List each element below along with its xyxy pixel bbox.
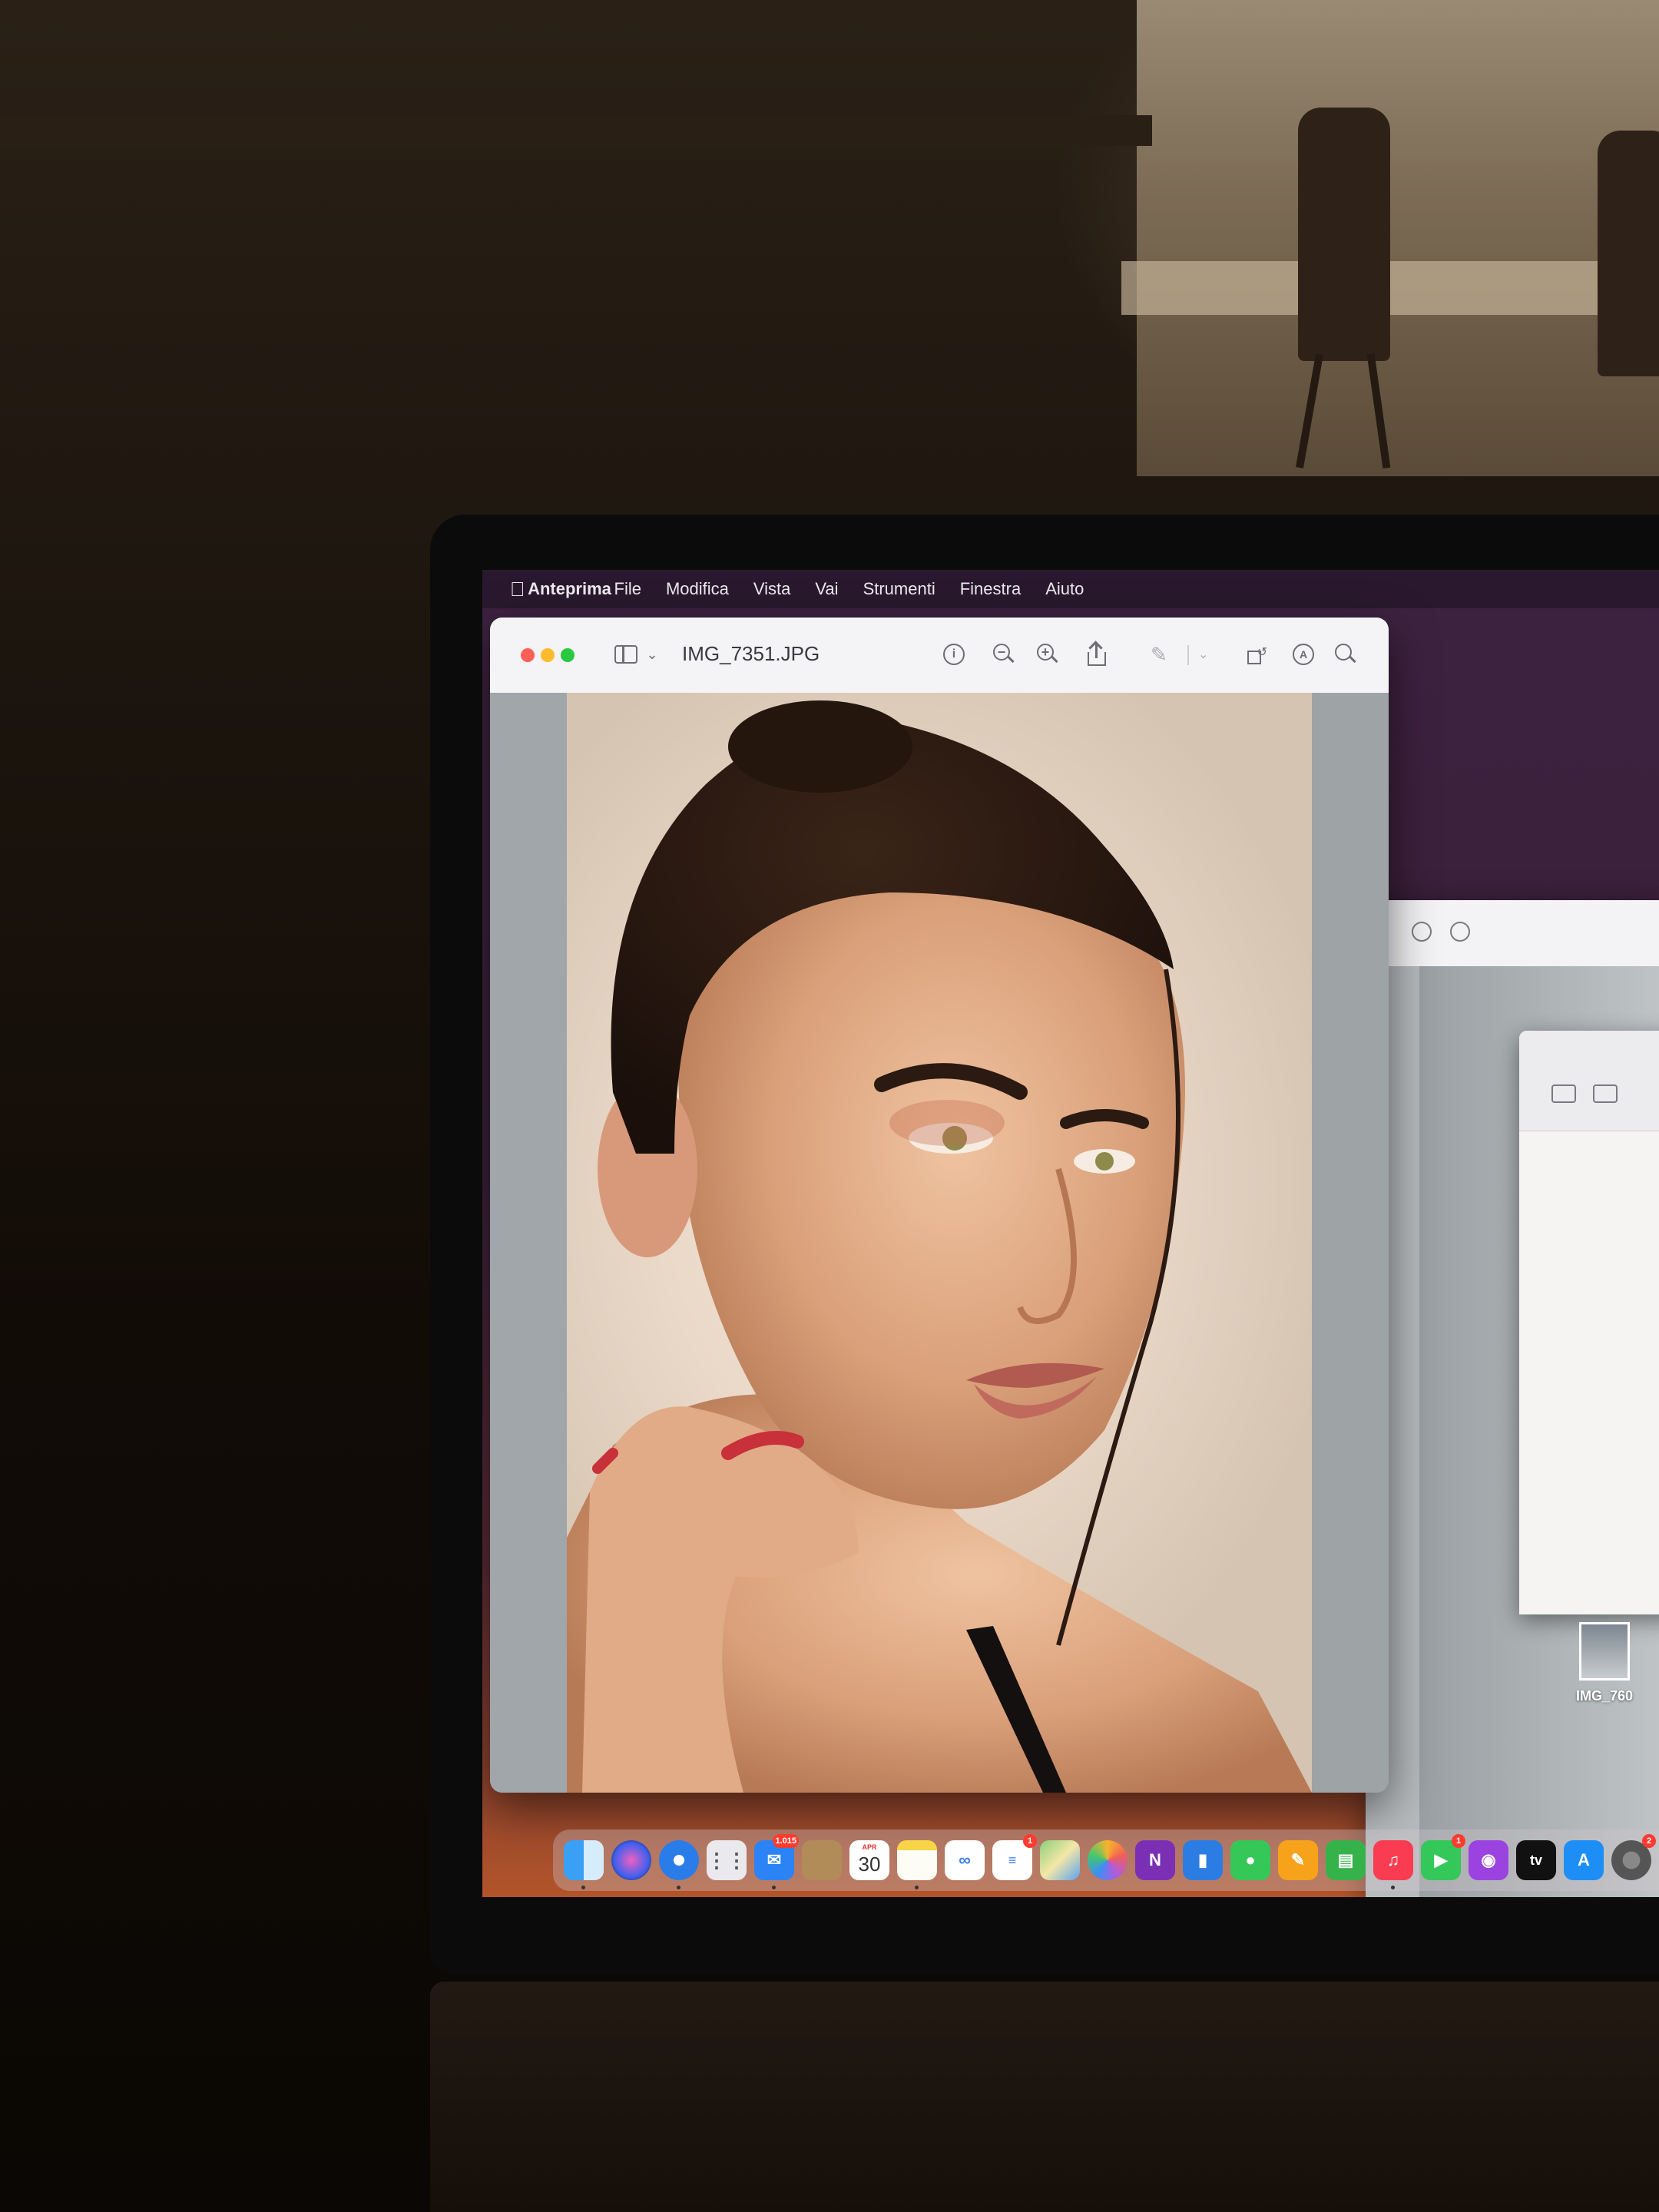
room-shelf (0, 115, 1152, 146)
calendar-month: APR (862, 1843, 877, 1851)
markup-icon[interactable] (1412, 922, 1432, 942)
menu-go[interactable]: Vai (815, 579, 838, 599)
zoom-button[interactable] (561, 648, 575, 662)
freeform-icon[interactable]: ∞ (945, 1840, 985, 1880)
column-view-icon[interactable] (1551, 1084, 1576, 1103)
chair (1598, 131, 1659, 376)
settings-badge: 2 (1642, 1834, 1656, 1848)
desktop-file[interactable]: IMG_760 (1547, 1622, 1659, 1704)
portrait-illustration (567, 700, 1312, 1793)
finder-toolbar (1519, 1031, 1659, 1131)
desktop-file-thumbnail (1579, 1622, 1630, 1681)
notes-icon[interactable] (897, 1840, 937, 1889)
finder-icon[interactable] (564, 1840, 604, 1889)
music-icon[interactable]: ♫ (1373, 1840, 1413, 1889)
menu-bar:  Anteprima File Modifica Vista Vai Stru… (482, 570, 1659, 608)
calendar-icon[interactable]: APR 30 (849, 1840, 889, 1880)
menu-edit[interactable]: Modifica (666, 579, 729, 599)
calendar-day: 30 (858, 1852, 881, 1876)
app-store-icon[interactable]: A (1564, 1840, 1604, 1880)
kitchen-counter (1121, 261, 1659, 315)
info-icon[interactable]: i (943, 639, 965, 670)
reminders-icon[interactable]: ≡ 1 (992, 1834, 1037, 1880)
menu-help[interactable]: Aiuto (1045, 579, 1084, 599)
chevron-down-icon[interactable]: ⌄ (1198, 639, 1208, 670)
menu-file[interactable]: File (614, 579, 641, 599)
minimize-button[interactable] (541, 648, 555, 662)
mail-badge: 1.015 (773, 1834, 799, 1848)
menu-tools[interactable]: Strumenti (863, 579, 935, 599)
background-finder-window[interactable] (1519, 1031, 1659, 1614)
dock: ⋮⋮ ✉ 1.015 APR 30 ∞ ≡ 1 N ▮ ● ✎ ▤ ♫ ▶ 1 ◉ t… (553, 1830, 1659, 1891)
menu-view[interactable]: Vista (753, 579, 791, 599)
gallery-view-icon[interactable] (1593, 1084, 1618, 1103)
facetime-icon[interactable]: ▶ 1 (1421, 1834, 1465, 1880)
preview-titlebar: ⌄ IMG_7351.JPG i − + ✎ ⌄ ↺ A (490, 618, 1389, 694)
document-title: IMG_7351.JPG (682, 642, 820, 665)
keynote-icon[interactable]: ▮ (1183, 1840, 1223, 1880)
table-surface (430, 1982, 1659, 2212)
messages-icon[interactable]: ● (1230, 1840, 1270, 1880)
launchpad-icon[interactable]: ⋮⋮ (707, 1840, 747, 1880)
reminders-badge: 1 (1023, 1834, 1037, 1848)
numbers-icon[interactable]: ▤ (1326, 1840, 1366, 1880)
onenote-icon[interactable]: N (1135, 1840, 1175, 1880)
chair (1298, 108, 1390, 361)
podcasts-icon[interactable]: ◉ (1469, 1840, 1508, 1880)
portrait-photo (567, 693, 1312, 1793)
apple-menu-icon[interactable]:  (510, 578, 525, 601)
apple-tv-icon[interactable]: tv (1516, 1840, 1556, 1880)
close-button[interactable] (521, 648, 535, 662)
toolbar-divider (1187, 645, 1189, 665)
system-settings-icon[interactable]: 2 (1611, 1834, 1656, 1880)
safari-icon[interactable] (659, 1840, 699, 1889)
photos-icon[interactable] (1088, 1840, 1128, 1880)
rotate-icon[interactable]: ↺ (1247, 639, 1267, 670)
pages-icon[interactable]: ✎ (1278, 1840, 1318, 1880)
siri-icon[interactable] (611, 1840, 651, 1880)
search-icon[interactable] (1450, 922, 1470, 942)
zoom-out-icon[interactable]: − (993, 639, 1015, 670)
contacts-icon[interactable] (802, 1840, 842, 1880)
background-window-toolbar (1366, 900, 1659, 967)
desktop-file-label: IMG_760 (1575, 1688, 1634, 1704)
menu-window[interactable]: Finestra (960, 579, 1021, 599)
preview-window[interactable]: ⌄ IMG_7351.JPG i − + ✎ ⌄ ↺ A (490, 618, 1389, 1793)
zoom-in-icon[interactable]: + (1037, 639, 1058, 670)
mail-icon[interactable]: ✉ 1.015 (754, 1834, 799, 1889)
highlight-pen-icon[interactable]: ✎ (1151, 639, 1167, 670)
search-icon[interactable] (1335, 639, 1356, 670)
facetime-badge: 1 (1452, 1834, 1465, 1848)
maps-icon[interactable] (1040, 1840, 1080, 1880)
laptop-screen:  Anteprima File Modifica Vista Vai Stru… (482, 570, 1659, 1897)
markup-icon[interactable]: A (1293, 639, 1314, 670)
preview-right-margin (1304, 693, 1389, 1793)
sidebar-toggle-icon[interactable] (613, 639, 639, 670)
menu-app-name[interactable]: Anteprima (528, 570, 611, 609)
chevron-down-icon[interactable]: ⌄ (644, 639, 661, 670)
share-icon[interactable] (1088, 639, 1106, 670)
room-wall (1137, 0, 1659, 476)
